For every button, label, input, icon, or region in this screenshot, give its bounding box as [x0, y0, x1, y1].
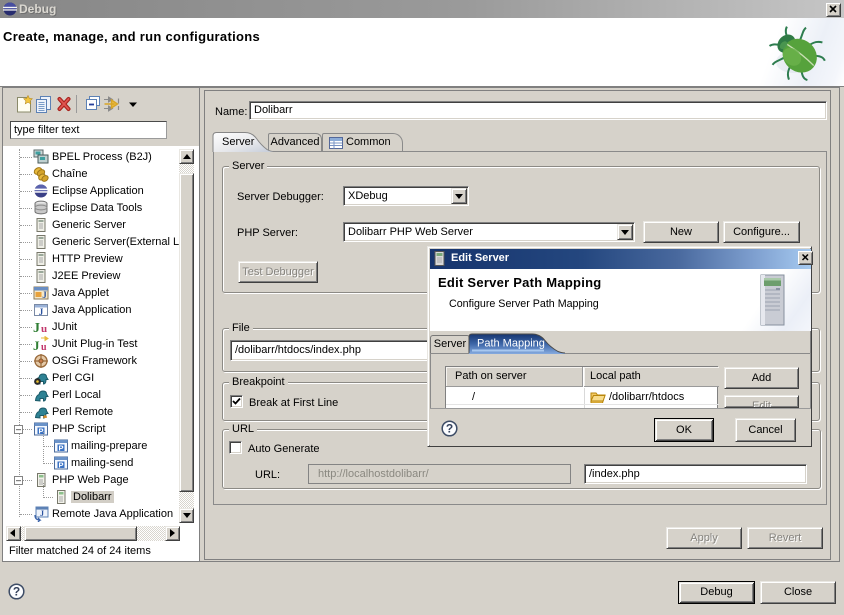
- svg-text:Server: Server: [222, 136, 255, 148]
- svg-text:u: u: [41, 342, 47, 352]
- svg-text:J: J: [39, 307, 44, 317]
- svg-text:J: J: [33, 321, 40, 335]
- svg-text:J: J: [40, 509, 44, 518]
- svg-text:J: J: [33, 338, 40, 352]
- svg-text:?: ?: [13, 585, 20, 599]
- svg-text:J: J: [42, 290, 47, 300]
- svg-text:P: P: [58, 443, 63, 452]
- svg-text:P: P: [58, 460, 63, 469]
- svg-text:Path Mapping: Path Mapping: [477, 338, 545, 350]
- svg-text:u: u: [41, 323, 47, 335]
- svg-text:?: ?: [446, 422, 453, 436]
